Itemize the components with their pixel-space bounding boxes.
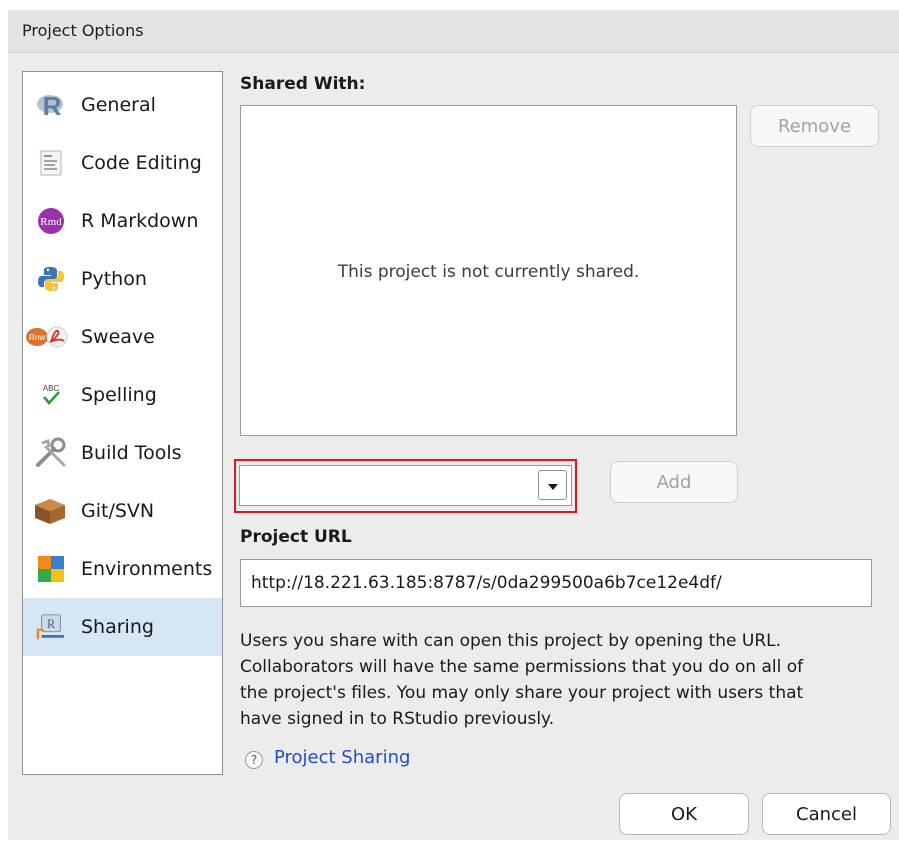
build-tools-icon bbox=[33, 437, 69, 468]
help-icon[interactable]: ? bbox=[245, 751, 263, 769]
sharing-info-text: Users you share with can open this proje… bbox=[240, 628, 899, 732]
shared-users-list[interactable]: This project is not currently shared. bbox=[240, 105, 737, 436]
sidebar-item-environments[interactable]: Environments bbox=[23, 540, 222, 598]
ok-button[interactable]: OK bbox=[619, 793, 749, 835]
git-box-icon bbox=[32, 496, 68, 526]
sidebar-item-code-editing[interactable]: Code Editing bbox=[23, 134, 222, 192]
info-line: have signed in to RStudio previously. bbox=[240, 709, 555, 729]
sidebar-item-label: Build Tools bbox=[81, 442, 182, 464]
sidebar-item-label: Git/SVN bbox=[81, 500, 155, 522]
info-line: Users you share with can open this proje… bbox=[240, 631, 782, 651]
dialog-titlebar: Project Options bbox=[8, 10, 899, 53]
r-logo-icon: R bbox=[36, 90, 66, 120]
environments-icon bbox=[36, 554, 66, 584]
cancel-button[interactable]: Cancel bbox=[762, 793, 891, 835]
svg-text:R: R bbox=[47, 617, 56, 631]
sidebar-item-git-svn[interactable]: Git/SVN bbox=[23, 482, 222, 540]
options-sidebar: R General Code Editing Rmd R Markdown Py… bbox=[22, 71, 223, 775]
info-line: the project's files. You may only share … bbox=[240, 683, 804, 703]
project-options-dialog: Project Options R General Code Editing R… bbox=[8, 10, 899, 840]
project-url-label: Project URL bbox=[240, 527, 352, 547]
sidebar-item-sweave[interactable]: Rnw Sweave bbox=[23, 308, 222, 366]
sidebar-item-label: R Markdown bbox=[81, 210, 199, 232]
sidebar-item-label: Sweave bbox=[81, 326, 155, 348]
dialog-title: Project Options bbox=[22, 21, 144, 40]
python-icon bbox=[36, 264, 66, 294]
svg-text:Rmd: Rmd bbox=[40, 216, 62, 228]
sidebar-item-r-markdown[interactable]: Rmd R Markdown bbox=[23, 192, 222, 250]
chevron-down-icon bbox=[547, 476, 559, 495]
sidebar-item-sharing[interactable]: R Sharing bbox=[23, 598, 222, 656]
sidebar-item-general[interactable]: R General bbox=[23, 76, 222, 134]
dropdown-arrow-button[interactable] bbox=[538, 470, 567, 500]
sidebar-item-build-tools[interactable]: Build Tools bbox=[23, 424, 222, 482]
add-button[interactable]: Add bbox=[610, 461, 738, 503]
sidebar-item-label: Python bbox=[81, 268, 147, 290]
rmd-icon: Rmd bbox=[36, 206, 66, 236]
sidebar-item-label: Environments bbox=[81, 558, 213, 580]
sidebar-item-spelling[interactable]: ABC Spelling bbox=[23, 366, 222, 424]
sidebar-item-label: Sharing bbox=[81, 616, 154, 638]
sweave-icon: Rnw bbox=[25, 322, 69, 352]
project-url-field[interactable]: http://18.221.63.185:8787/s/0da299500a6b… bbox=[240, 559, 872, 607]
user-select-dropdown[interactable] bbox=[239, 465, 572, 506]
svg-text:Rnw: Rnw bbox=[29, 333, 45, 342]
spelling-icon: ABC bbox=[36, 380, 66, 410]
info-line: Collaborators will have the same permiss… bbox=[240, 657, 804, 677]
project-sharing-help-link[interactable]: Project Sharing bbox=[274, 747, 410, 768]
svg-text:ABC: ABC bbox=[43, 384, 60, 393]
sidebar-item-label: Spelling bbox=[81, 384, 157, 406]
sharing-icon: R bbox=[36, 612, 66, 642]
shared-with-label: Shared With: bbox=[240, 74, 366, 94]
sidebar-item-python[interactable]: Python bbox=[23, 250, 222, 308]
svg-text:R: R bbox=[43, 91, 62, 119]
sidebar-item-label: General bbox=[81, 94, 156, 116]
sidebar-item-label: Code Editing bbox=[81, 152, 202, 174]
shared-empty-message: This project is not currently shared. bbox=[337, 262, 640, 282]
code-document-icon bbox=[36, 148, 66, 178]
remove-button[interactable]: Remove bbox=[750, 105, 879, 147]
